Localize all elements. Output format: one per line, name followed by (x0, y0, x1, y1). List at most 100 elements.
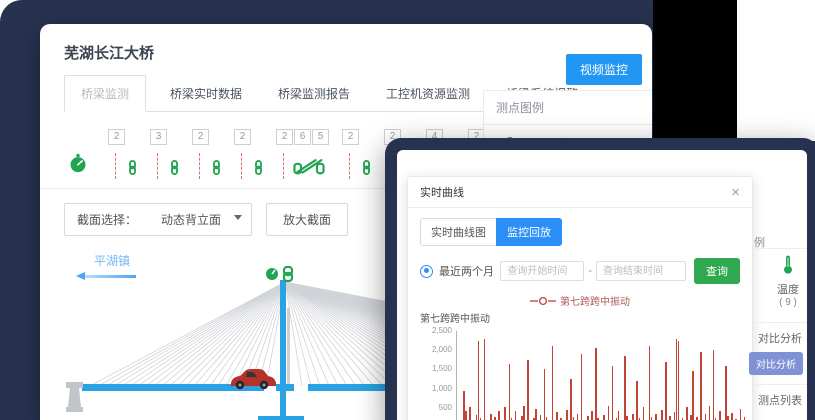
link-icon[interactable] (209, 160, 224, 180)
chart-bar (669, 416, 671, 420)
sensor-badges: 2 (234, 129, 251, 145)
underlying-right-panel: 例 温度 ( 9 ) 对比分析 对比分析 测点列表 (753, 150, 807, 420)
tower-top-gauge-icon[interactable] (266, 268, 278, 280)
compare-analysis-button[interactable]: 对比分析 (749, 352, 803, 375)
video-monitor-button[interactable]: 视频监控 (566, 54, 642, 85)
chart-bar (713, 350, 715, 420)
sensor-group: 2 (190, 129, 232, 180)
chart-bar (727, 416, 729, 420)
modal-tab-实时曲线图[interactable]: 实时曲线图 (420, 218, 496, 246)
chart-bar (581, 354, 583, 420)
sensor-badges: 2 (342, 129, 359, 145)
sensor-badges: 2 (108, 129, 125, 145)
link-icon[interactable] (125, 160, 140, 180)
sensor-group: 2 (106, 129, 148, 180)
white-backdrop (737, 0, 815, 141)
point-list-section-label: 测点列表 (758, 392, 802, 408)
y-tick-label: 2,000 (432, 345, 452, 354)
sensor-icons (148, 148, 182, 180)
tower-secondary (287, 308, 290, 384)
chart-bar (552, 346, 554, 420)
overlay-window: 实时曲线 × 实时曲线图监控回放 最近两个月 - 查询 (385, 138, 815, 420)
y-tick-label: 500 (439, 403, 452, 412)
chart-bar (624, 356, 626, 420)
tab-工控机资源监测[interactable]: 工控机资源监测 (386, 76, 470, 111)
y-tick-label: 2,500 (432, 326, 452, 335)
sensor-icons (232, 148, 266, 180)
modal-header: 实时曲线 × (408, 177, 752, 208)
chart-bar (643, 407, 645, 420)
section-dropdown-value: 动态背立面 (161, 213, 221, 227)
chart-bar (632, 414, 634, 420)
chart-bar (725, 366, 727, 420)
abutment (66, 382, 83, 412)
link-icon[interactable] (359, 160, 374, 180)
sensor-count-badge: 6 (294, 129, 311, 145)
chart-bar (504, 407, 506, 420)
modal-tab-bar: 实时曲线图监控回放 (420, 218, 740, 246)
dashed-line-icon (241, 153, 242, 179)
sensor-count-badge: 2 (276, 129, 293, 145)
chart-bar (618, 411, 620, 420)
recent-two-months-label: 最近两个月 (439, 263, 494, 279)
zoom-section-button[interactable]: 放大截面 (266, 203, 348, 236)
chart-bar (484, 339, 486, 420)
chart-bar (661, 410, 663, 420)
tower-top-link-icon[interactable] (284, 267, 292, 281)
section-select-label: 截面选择： (65, 204, 147, 235)
dashed-line-icon (115, 153, 116, 179)
divider (753, 248, 807, 249)
dashed-line-icon (283, 153, 284, 179)
query-end-time-input[interactable] (596, 261, 686, 281)
tab-桥梁监测[interactable]: 桥梁监测 (64, 75, 146, 112)
chart-bar (731, 413, 733, 420)
link-icon[interactable] (251, 160, 266, 180)
modal-tab-监控回放[interactable]: 监控回放 (496, 218, 562, 246)
chart-bar (465, 411, 467, 420)
sensor-count-badge: 2 (192, 129, 209, 145)
chart-bar (649, 346, 651, 420)
expansion-joint-icon[interactable] (293, 157, 325, 180)
close-icon[interactable]: × (731, 185, 740, 200)
temperature-point[interactable]: 温度 ( 9 ) (777, 254, 799, 308)
chart-bar (478, 341, 480, 420)
chart-bar (719, 411, 721, 420)
recent-two-months-radio[interactable] (420, 265, 433, 278)
query-start-time-input[interactable] (500, 261, 584, 281)
temperature-label: 温度 (777, 281, 799, 297)
chart-bar (469, 407, 471, 420)
sensor-count-badge: 2 (108, 129, 125, 145)
chart-bar (626, 416, 628, 420)
chart-bar (490, 414, 492, 420)
dashed-line-icon (199, 153, 200, 179)
point-legend-title: 测点图例 (484, 91, 652, 125)
chart-bar (608, 406, 610, 420)
modal-body: 实时曲线图监控回放 最近两个月 - 查询 (408, 208, 752, 420)
bridge-tower (280, 280, 286, 416)
query-button[interactable]: 查询 (694, 258, 740, 284)
chart-bar (709, 406, 711, 420)
divider (753, 322, 807, 323)
gauge-icon[interactable] (68, 153, 88, 178)
chart-bar (591, 411, 593, 420)
chart-bar (540, 415, 542, 420)
link-icon[interactable] (167, 160, 182, 180)
tab-桥梁监测报告[interactable]: 桥梁监测报告 (278, 76, 350, 111)
sensor-count-badge: 5 (312, 129, 329, 145)
sensor-icons (106, 148, 140, 180)
compare-section-label: 对比分析 (758, 330, 802, 346)
pier-cap (258, 416, 304, 420)
realtime-curve-modal: 实时曲线 × 实时曲线图监控回放 最近两个月 - 查询 (407, 176, 753, 420)
section-select-group: 截面选择： 动态背立面 (64, 203, 252, 236)
chart-bar (570, 379, 572, 420)
chart-bar (587, 416, 589, 420)
tab-桥梁实时数据[interactable]: 桥梁实时数据 (170, 76, 242, 111)
chart-bar (577, 414, 579, 420)
chart-bar (740, 409, 742, 420)
sensor-icons (340, 148, 374, 180)
section-dropdown[interactable]: 动态背立面 (147, 204, 251, 235)
overlay-window-content: 实时曲线 × 实时曲线图监控回放 最近两个月 - 查询 (397, 150, 807, 420)
chart-bar (655, 414, 657, 420)
y-tick-label: 1,500 (432, 364, 452, 373)
modal-title: 实时曲线 (420, 184, 464, 200)
